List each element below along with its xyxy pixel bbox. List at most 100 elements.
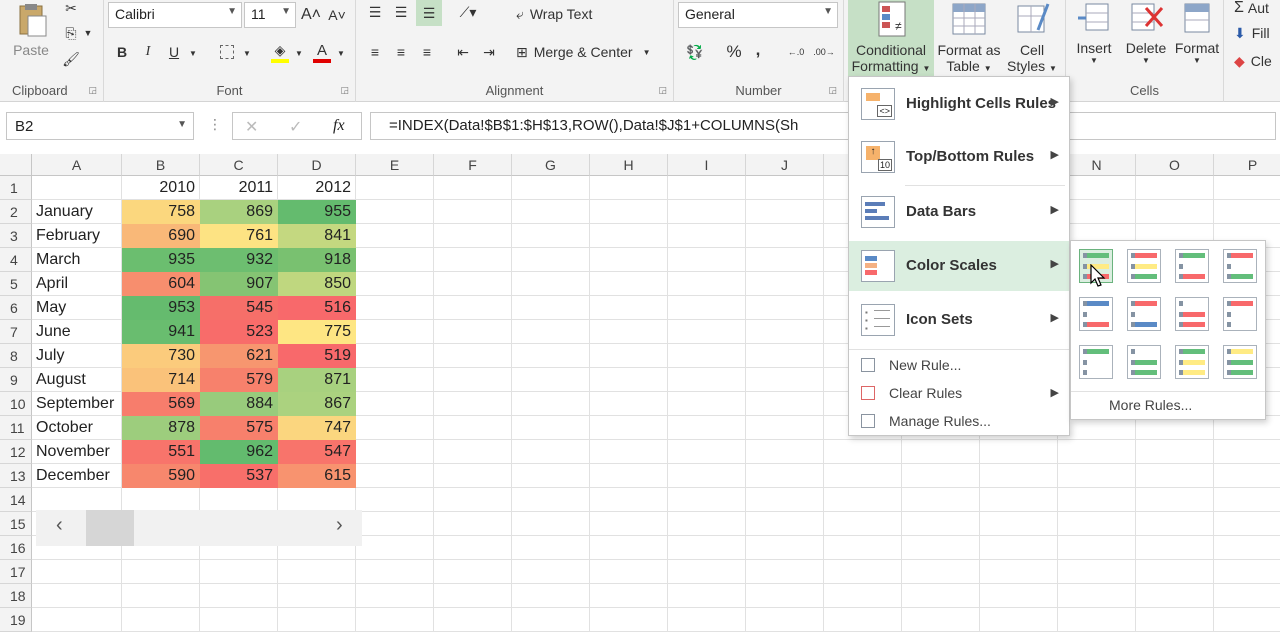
cell[interactable] (824, 536, 902, 560)
cell[interactable] (668, 608, 746, 632)
cell[interactable] (590, 320, 668, 344)
cell[interactable] (746, 440, 824, 464)
row-header[interactable]: 1 (0, 176, 32, 200)
cell[interactable] (1058, 560, 1136, 584)
cell[interactable] (512, 608, 590, 632)
cut-icon[interactable]: ✂ (60, 0, 82, 16)
bold-button[interactable]: B (112, 42, 132, 62)
column-header-C[interactable]: C (200, 154, 278, 176)
value-cell[interactable]: 871 (278, 368, 356, 392)
cell[interactable] (1214, 584, 1280, 608)
color-scale-swatch[interactable] (1127, 249, 1161, 283)
cell[interactable] (434, 392, 512, 416)
fill-color-dropdown-icon[interactable]: ▼ (294, 46, 304, 60)
cell[interactable] (1136, 488, 1214, 512)
cell[interactable] (356, 608, 434, 632)
cell[interactable] (512, 272, 590, 296)
cell[interactable] (1214, 488, 1280, 512)
cell[interactable] (902, 584, 980, 608)
cell[interactable] (356, 200, 434, 224)
cell[interactable] (512, 512, 590, 536)
month-cell[interactable]: December (32, 464, 122, 488)
cell[interactable] (668, 512, 746, 536)
cell[interactable] (434, 200, 512, 224)
cell[interactable] (902, 440, 980, 464)
cell[interactable] (32, 560, 122, 584)
format-as-table-button[interactable]: Format as Table ▼ (936, 0, 1002, 76)
insert-button[interactable]: Insert ▼ (1070, 0, 1118, 76)
cell[interactable] (668, 176, 746, 200)
cell[interactable] (512, 368, 590, 392)
cell[interactable] (590, 536, 668, 560)
cell[interactable] (122, 488, 200, 512)
cell[interactable] (668, 344, 746, 368)
cell[interactable] (356, 416, 434, 440)
column-header-O[interactable]: O (1136, 154, 1214, 176)
row-header[interactable]: 12 (0, 440, 32, 464)
cell[interactable] (1058, 608, 1136, 632)
new-rule-item[interactable]: New Rule... (849, 351, 1069, 379)
value-cell[interactable]: 869 (200, 200, 278, 224)
cell[interactable] (1058, 440, 1136, 464)
cell[interactable] (434, 584, 512, 608)
cell[interactable] (824, 464, 902, 488)
cell[interactable] (980, 488, 1058, 512)
value-cell[interactable]: 747 (278, 416, 356, 440)
cell[interactable] (1214, 536, 1280, 560)
cell[interactable] (1136, 608, 1214, 632)
cell[interactable] (1136, 464, 1214, 488)
cell[interactable] (1058, 584, 1136, 608)
wrap-text-button[interactable]: ⤶ Wrap Text (516, 2, 616, 26)
cell[interactable] (668, 272, 746, 296)
year-header-cell[interactable]: 2010 (122, 176, 200, 200)
cell[interactable] (590, 272, 668, 296)
cell[interactable] (32, 176, 122, 200)
value-cell[interactable]: 775 (278, 320, 356, 344)
year-header-cell[interactable]: 2011 (200, 176, 278, 200)
cell[interactable] (668, 224, 746, 248)
cell[interactable] (356, 584, 434, 608)
month-cell[interactable]: August (32, 368, 122, 392)
clipboard-launcher-icon[interactable]: ◲ (88, 85, 97, 96)
cell[interactable] (902, 488, 980, 512)
cell[interactable] (1136, 536, 1214, 560)
middle-align-icon[interactable]: ☰ (390, 2, 412, 22)
cell[interactable] (590, 344, 668, 368)
cell[interactable] (512, 488, 590, 512)
value-cell[interactable]: 575 (200, 416, 278, 440)
cell[interactable] (746, 224, 824, 248)
cell[interactable] (746, 392, 824, 416)
cancel-icon[interactable]: ✕ (245, 117, 258, 137)
cell[interactable] (824, 560, 902, 584)
month-cell[interactable]: October (32, 416, 122, 440)
row-header[interactable]: 18 (0, 584, 32, 608)
cell[interactable] (590, 176, 668, 200)
cell[interactable] (512, 200, 590, 224)
cell[interactable] (1058, 536, 1136, 560)
clear-rules-item[interactable]: Clear Rules ▶ (849, 379, 1069, 407)
cell[interactable] (1214, 608, 1280, 632)
cell[interactable] (200, 488, 278, 512)
column-header-G[interactable]: G (512, 154, 590, 176)
cell[interactable] (590, 464, 668, 488)
cell[interactable] (902, 536, 980, 560)
cell[interactable] (122, 560, 200, 584)
cell[interactable] (1214, 560, 1280, 584)
align-left-icon[interactable]: ≡ (364, 42, 386, 62)
copy-dropdown-icon[interactable]: ▼ (82, 26, 94, 40)
value-cell[interactable]: 850 (278, 272, 356, 296)
month-cell[interactable]: July (32, 344, 122, 368)
column-header-E[interactable]: E (356, 154, 434, 176)
cell[interactable] (356, 248, 434, 272)
cell[interactable] (434, 536, 512, 560)
month-cell[interactable]: February (32, 224, 122, 248)
cell[interactable] (746, 536, 824, 560)
row-header[interactable]: 7 (0, 320, 32, 344)
cell[interactable] (1214, 200, 1280, 224)
cell[interactable] (590, 200, 668, 224)
cell[interactable] (824, 440, 902, 464)
scroll-right-icon[interactable]: › (336, 514, 343, 537)
cell[interactable] (980, 512, 1058, 536)
cell[interactable] (746, 320, 824, 344)
cell[interactable] (980, 608, 1058, 632)
